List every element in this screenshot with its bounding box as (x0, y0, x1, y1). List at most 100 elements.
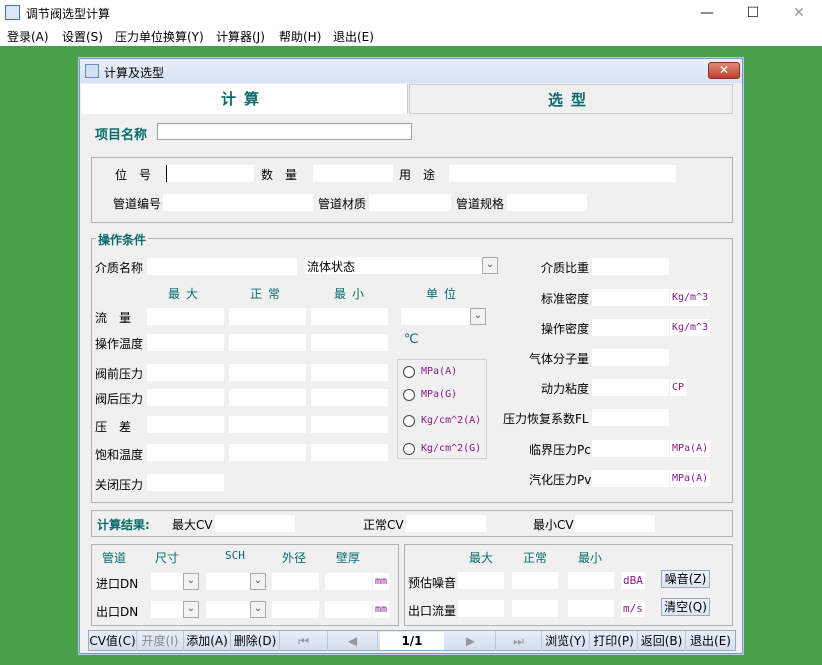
inlet-od-input[interactable] (272, 573, 319, 590)
delete-button[interactable]: 删除(D) (231, 631, 280, 651)
radio-kgcm2-a[interactable] (403, 415, 415, 427)
std-density-input[interactable] (592, 289, 669, 306)
dp-min-input[interactable] (311, 416, 388, 433)
pipe-spec-input[interactable] (507, 194, 587, 211)
qty-input[interactable] (313, 165, 393, 182)
add-button[interactable]: 添加(A) (184, 631, 231, 651)
minimize-button[interactable]: — (684, 0, 730, 26)
min-cv-label: 最小CV (533, 518, 574, 532)
back-button[interactable]: 返回(B) (638, 631, 686, 651)
shutoff-pressure-input[interactable] (147, 474, 224, 491)
chevron-down-icon[interactable]: ⌄ (250, 573, 266, 590)
prev-record-icon[interactable]: ◀ (328, 631, 378, 651)
menu-pressure-convert[interactable]: 压力单位换算(Y) (115, 28, 204, 45)
outlet-wall-input[interactable] (325, 601, 372, 618)
close-button[interactable]: ✕ (776, 0, 822, 26)
project-name-input[interactable] (157, 123, 412, 140)
cv-button[interactable]: CV值(C) (89, 631, 137, 651)
maximize-button[interactable]: ☐ (730, 0, 776, 26)
use-input[interactable] (449, 165, 676, 182)
fl-input[interactable] (592, 409, 669, 426)
outlet-size-select[interactable]: ⌄ (151, 601, 199, 618)
fl-label: 压力恢复系数FL (503, 412, 589, 426)
menu-settings[interactable]: 设置(S) (62, 28, 103, 45)
op-density-label: 操作密度 (541, 322, 590, 336)
velocity-unit: m/s (621, 600, 645, 617)
dp-normal-input[interactable] (229, 416, 306, 433)
flow-min-input[interactable] (311, 308, 388, 325)
flow-max-input[interactable] (147, 308, 224, 325)
radio-mpa-g-label: MPa(G) (421, 389, 458, 400)
next-record-icon[interactable]: ▶ (446, 631, 496, 651)
opening-button[interactable]: 开度(I) (137, 631, 184, 651)
fluid-state-select[interactable]: 流体状态 ⌄ (305, 257, 498, 274)
pc-input[interactable] (592, 440, 669, 457)
radio-mpa-g[interactable] (403, 389, 415, 401)
tag-input[interactable] (166, 165, 254, 182)
op-density-input[interactable] (592, 319, 669, 336)
browse-button[interactable]: 浏览(Y) (542, 631, 590, 651)
menu-login[interactable]: 登录(A) (7, 28, 49, 45)
menu-calculator[interactable]: 计算器(J) (216, 28, 265, 45)
inlet-size-select[interactable]: ⌄ (151, 573, 199, 590)
flow-normal-input[interactable] (229, 308, 306, 325)
specific-gravity-input[interactable] (592, 258, 669, 275)
chevron-down-icon[interactable]: ⌄ (250, 601, 266, 618)
medium-name-input[interactable] (147, 258, 297, 275)
flow-label: 流 量 (95, 311, 132, 325)
outlet-od-input[interactable] (272, 601, 319, 618)
noise-button[interactable]: 噪音(Z) (661, 570, 710, 588)
outlet-pressure-max-input[interactable] (147, 389, 224, 406)
tab-calc[interactable]: 计算 (81, 84, 408, 114)
op-temp-min-input[interactable] (311, 334, 388, 351)
pipe-no-input[interactable] (163, 194, 313, 211)
inlet-pressure-normal-input[interactable] (229, 364, 306, 381)
outlet-sch-select[interactable]: ⌄ (206, 601, 266, 618)
dp-label: 压 差 (95, 420, 132, 434)
sat-temp-min-input[interactable] (311, 444, 388, 461)
dialog-close-button[interactable]: ✕ (708, 62, 740, 79)
last-record-icon[interactable]: ⏭ (496, 631, 542, 651)
flow-unit-select[interactable]: ⌄ (401, 308, 486, 325)
max-cv-label: 最大CV (172, 518, 213, 532)
inlet-sch-select[interactable]: ⌄ (206, 573, 266, 590)
col-normal-header: 正常 (250, 287, 287, 301)
pv-input[interactable] (592, 470, 669, 487)
chevron-down-icon[interactable]: ⌄ (470, 308, 486, 325)
inlet-pressure-max-input[interactable] (147, 364, 224, 381)
tab-select[interactable]: 选型 (409, 84, 733, 114)
print-button[interactable]: 打印(P) (590, 631, 638, 651)
temp-unit: ℃ (404, 332, 419, 347)
clear-button[interactable]: 清空(Q) (661, 598, 710, 616)
shutoff-pressure-label: 关闭压力 (95, 478, 144, 492)
sat-temp-max-input[interactable] (147, 444, 224, 461)
menu-help[interactable]: 帮助(H) (279, 28, 321, 45)
pipe-material-input[interactable] (369, 194, 451, 211)
inlet-pressure-min-input[interactable] (311, 364, 388, 381)
chevron-down-icon[interactable]: ⌄ (183, 601, 199, 618)
chevron-down-icon[interactable]: ⌄ (482, 257, 498, 274)
col-max-header: 最大 (168, 287, 205, 301)
mol-weight-input[interactable] (592, 349, 669, 366)
op-temp-label: 操作温度 (95, 337, 144, 351)
outlet-pressure-normal-input[interactable] (229, 389, 306, 406)
dp-max-input[interactable] (147, 416, 224, 433)
exit-button[interactable]: 退出(E) (686, 631, 735, 651)
pipe-material-label: 管道材质 (318, 197, 367, 211)
chevron-down-icon[interactable]: ⌄ (183, 573, 199, 590)
op-temp-max-input[interactable] (147, 334, 224, 351)
inlet-wall-input[interactable] (325, 573, 372, 590)
inlet-dn-label: 进口DN (96, 577, 139, 591)
outlet-pressure-label: 阀后压力 (95, 392, 144, 406)
dialog-title-bar: 计算及选型 ✕ (80, 59, 742, 83)
radio-kgcm2-g[interactable] (403, 443, 415, 455)
first-record-icon[interactable]: ⏮ (280, 631, 328, 651)
op-temp-normal-input[interactable] (229, 334, 306, 351)
viscosity-input[interactable] (592, 379, 669, 396)
dialog-icon (85, 64, 99, 78)
radio-mpa-a[interactable] (403, 366, 415, 378)
outlet-pressure-min-input[interactable] (311, 389, 388, 406)
calc-dialog: 计算及选型 ✕ 计算 选型 项目名称 位 号 数 量 用 途 管道编号 管道材质… (79, 58, 743, 654)
menu-exit[interactable]: 退出(E) (333, 28, 374, 45)
sat-temp-normal-input[interactable] (229, 444, 306, 461)
